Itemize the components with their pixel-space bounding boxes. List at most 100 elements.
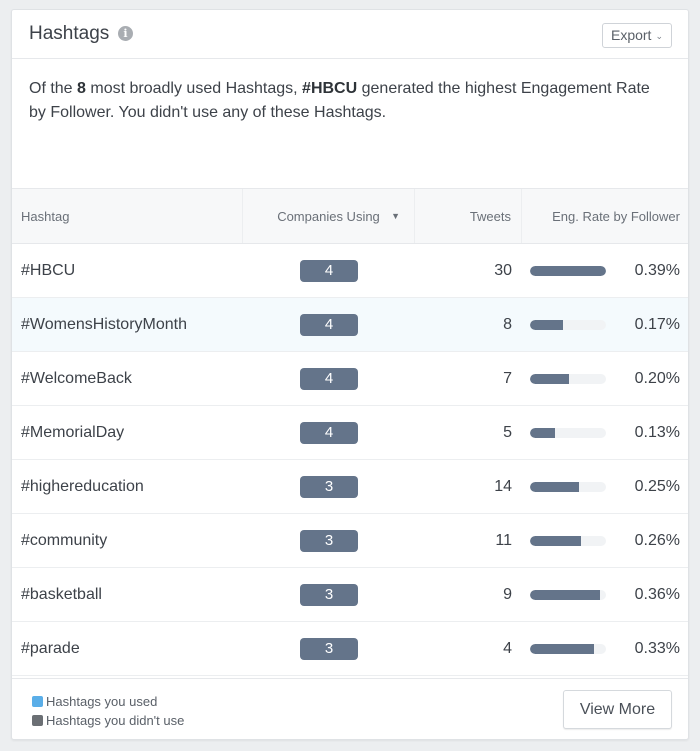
hashtag-cell[interactable]: #basketball: [12, 586, 243, 604]
legend-item-used: Hashtags you used: [32, 692, 184, 711]
table-row[interactable]: #WomensHistoryMonth 4 8 0.17%: [12, 298, 688, 352]
export-button[interactable]: Export ⌄: [601, 23, 672, 48]
rate-cell: 0.17%: [522, 316, 688, 334]
column-header-eng-rate[interactable]: Eng. Rate by Follower: [522, 189, 688, 243]
table-row[interactable]: #highereducation 3 14 0.25%: [12, 460, 688, 514]
table-row[interactable]: #HBCU 4 30 0.39%: [12, 244, 688, 298]
export-label: Export: [610, 27, 652, 43]
rate-bar-fill: [530, 427, 556, 438]
rate-cell: 0.36%: [522, 586, 688, 604]
rate-bar-track: [530, 265, 606, 276]
table-row[interactable]: #parade 3 4 0.33%: [12, 622, 688, 676]
rate-value: 0.25%: [634, 477, 680, 495]
companies-badge: 4: [300, 367, 358, 390]
rate-value: 0.36%: [634, 585, 680, 603]
summary-count: 8: [77, 80, 86, 97]
rate-value: 0.20%: [634, 369, 680, 387]
column-header-tweets[interactable]: Tweets: [415, 189, 522, 243]
rate-cell: 0.26%: [522, 532, 688, 550]
rate-bar-track: [530, 427, 606, 438]
companies-badge: 4: [300, 421, 358, 444]
rate-cell: 0.20%: [522, 370, 688, 388]
companies-badge: 3: [300, 637, 358, 660]
info-icon[interactable]: i: [118, 26, 133, 41]
card-title: Hashtags: [29, 23, 110, 44]
sort-caret-down-icon[interactable]: ▼: [391, 211, 400, 221]
companies-badge: 3: [300, 529, 358, 552]
rate-value: 0.26%: [634, 531, 680, 549]
rate-bar-fill: [530, 643, 595, 654]
hashtag-cell[interactable]: #MemorialDay: [12, 424, 243, 442]
companies-cell: 3: [243, 529, 415, 552]
companies-cell: 4: [243, 313, 415, 336]
rate-bar-fill: [530, 589, 601, 600]
hashtag-cell[interactable]: #WomensHistoryMonth: [12, 316, 243, 334]
rate-value: 0.39%: [634, 261, 680, 279]
rate-bar-track: [530, 481, 606, 492]
table-row[interactable]: #basketball 3 9 0.36%: [12, 568, 688, 622]
rate-value: 0.13%: [634, 423, 680, 441]
rate-value: 0.33%: [634, 639, 680, 657]
rate-bar-track: [530, 319, 606, 330]
companies-cell: 4: [243, 259, 415, 282]
rate-bar-fill: [530, 373, 569, 384]
summary-middle: most broadly used Hashtags,: [85, 80, 303, 97]
legend-swatch-not-used: [32, 715, 43, 726]
summary-text: Of the 8 most broadly used Hashtags, #HB…: [29, 77, 669, 125]
table-row[interactable]: #MemorialDay 4 5 0.13%: [12, 406, 688, 460]
hashtag-cell[interactable]: #WelcomeBack: [12, 370, 243, 388]
tweets-cell: 9: [503, 585, 512, 603]
summary-prefix: Of the: [29, 80, 78, 97]
tweets-cell: 7: [503, 369, 512, 387]
table-body: #HBCU 4 30 0.39% #WomensHistoryMonth 4 8 0.17% #…: [12, 244, 688, 676]
hashtag-cell[interactable]: #parade: [12, 640, 243, 658]
rate-value: 0.17%: [634, 315, 680, 333]
companies-badge: 4: [300, 313, 358, 336]
rate-bar-track: [530, 589, 606, 600]
table-row[interactable]: #WelcomeBack 4 7 0.20%: [12, 352, 688, 406]
rate-bar-track: [530, 643, 606, 654]
rate-bar-track: [530, 535, 606, 546]
column-label: Hashtag: [21, 208, 70, 224]
companies-cell: 4: [243, 421, 415, 444]
rate-cell: 0.39%: [522, 262, 688, 280]
card-footer: Hashtags you used Hashtags you didn't us…: [12, 678, 688, 740]
tweets-cell: 30: [494, 261, 512, 279]
view-more-button[interactable]: View More: [563, 690, 672, 729]
legend: Hashtags you used Hashtags you didn't us…: [32, 692, 184, 730]
companies-cell: 3: [243, 637, 415, 660]
chevron-down-icon: ⌄: [655, 30, 663, 41]
tweets-cell: 11: [495, 531, 512, 549]
tweets-cell: 8: [503, 315, 512, 333]
column-header-companies-using[interactable]: Companies Using ▼: [243, 189, 415, 243]
table-row[interactable]: #community 3 11 0.26%: [12, 514, 688, 568]
rate-bar-fill: [530, 535, 581, 546]
hashtag-cell[interactable]: #highereducation: [12, 478, 243, 496]
hashtags-table: Hashtag Companies Using ▼ Tweets Eng. Ra…: [12, 188, 688, 676]
legend-label: Hashtags you didn't use: [46, 713, 185, 728]
companies-badge: 3: [300, 583, 358, 606]
companies-cell: 3: [243, 583, 415, 606]
companies-badge: 3: [300, 475, 358, 498]
summary-top-hashtag: #HBCU: [302, 80, 358, 97]
rate-bar-track: [530, 373, 606, 384]
companies-cell: 3: [243, 475, 415, 498]
rate-cell: 0.33%: [522, 640, 688, 658]
tweets-cell: 5: [503, 423, 512, 441]
column-label: Companies Using: [277, 208, 380, 224]
table-header: Hashtag Companies Using ▼ Tweets Eng. Ra…: [12, 188, 688, 244]
rate-cell: 0.25%: [522, 478, 688, 496]
legend-item-not-used: Hashtags you didn't use: [32, 711, 184, 730]
tweets-cell: 4: [503, 639, 512, 657]
hashtag-cell[interactable]: #HBCU: [12, 262, 243, 280]
companies-cell: 4: [243, 367, 415, 390]
hashtag-cell[interactable]: #community: [12, 532, 243, 550]
column-header-hashtag[interactable]: Hashtag: [12, 189, 243, 243]
hashtags-card: Hashtags i Export ⌄ Of the 8 most broadl…: [11, 9, 689, 740]
column-label: Eng. Rate by Follower: [552, 208, 680, 224]
rate-bar-fill: [530, 265, 606, 276]
rate-bar-fill: [530, 319, 564, 330]
column-label: Tweets: [469, 208, 511, 224]
companies-badge: 4: [300, 259, 358, 282]
card-header: Hashtags i Export ⌄: [12, 10, 688, 59]
